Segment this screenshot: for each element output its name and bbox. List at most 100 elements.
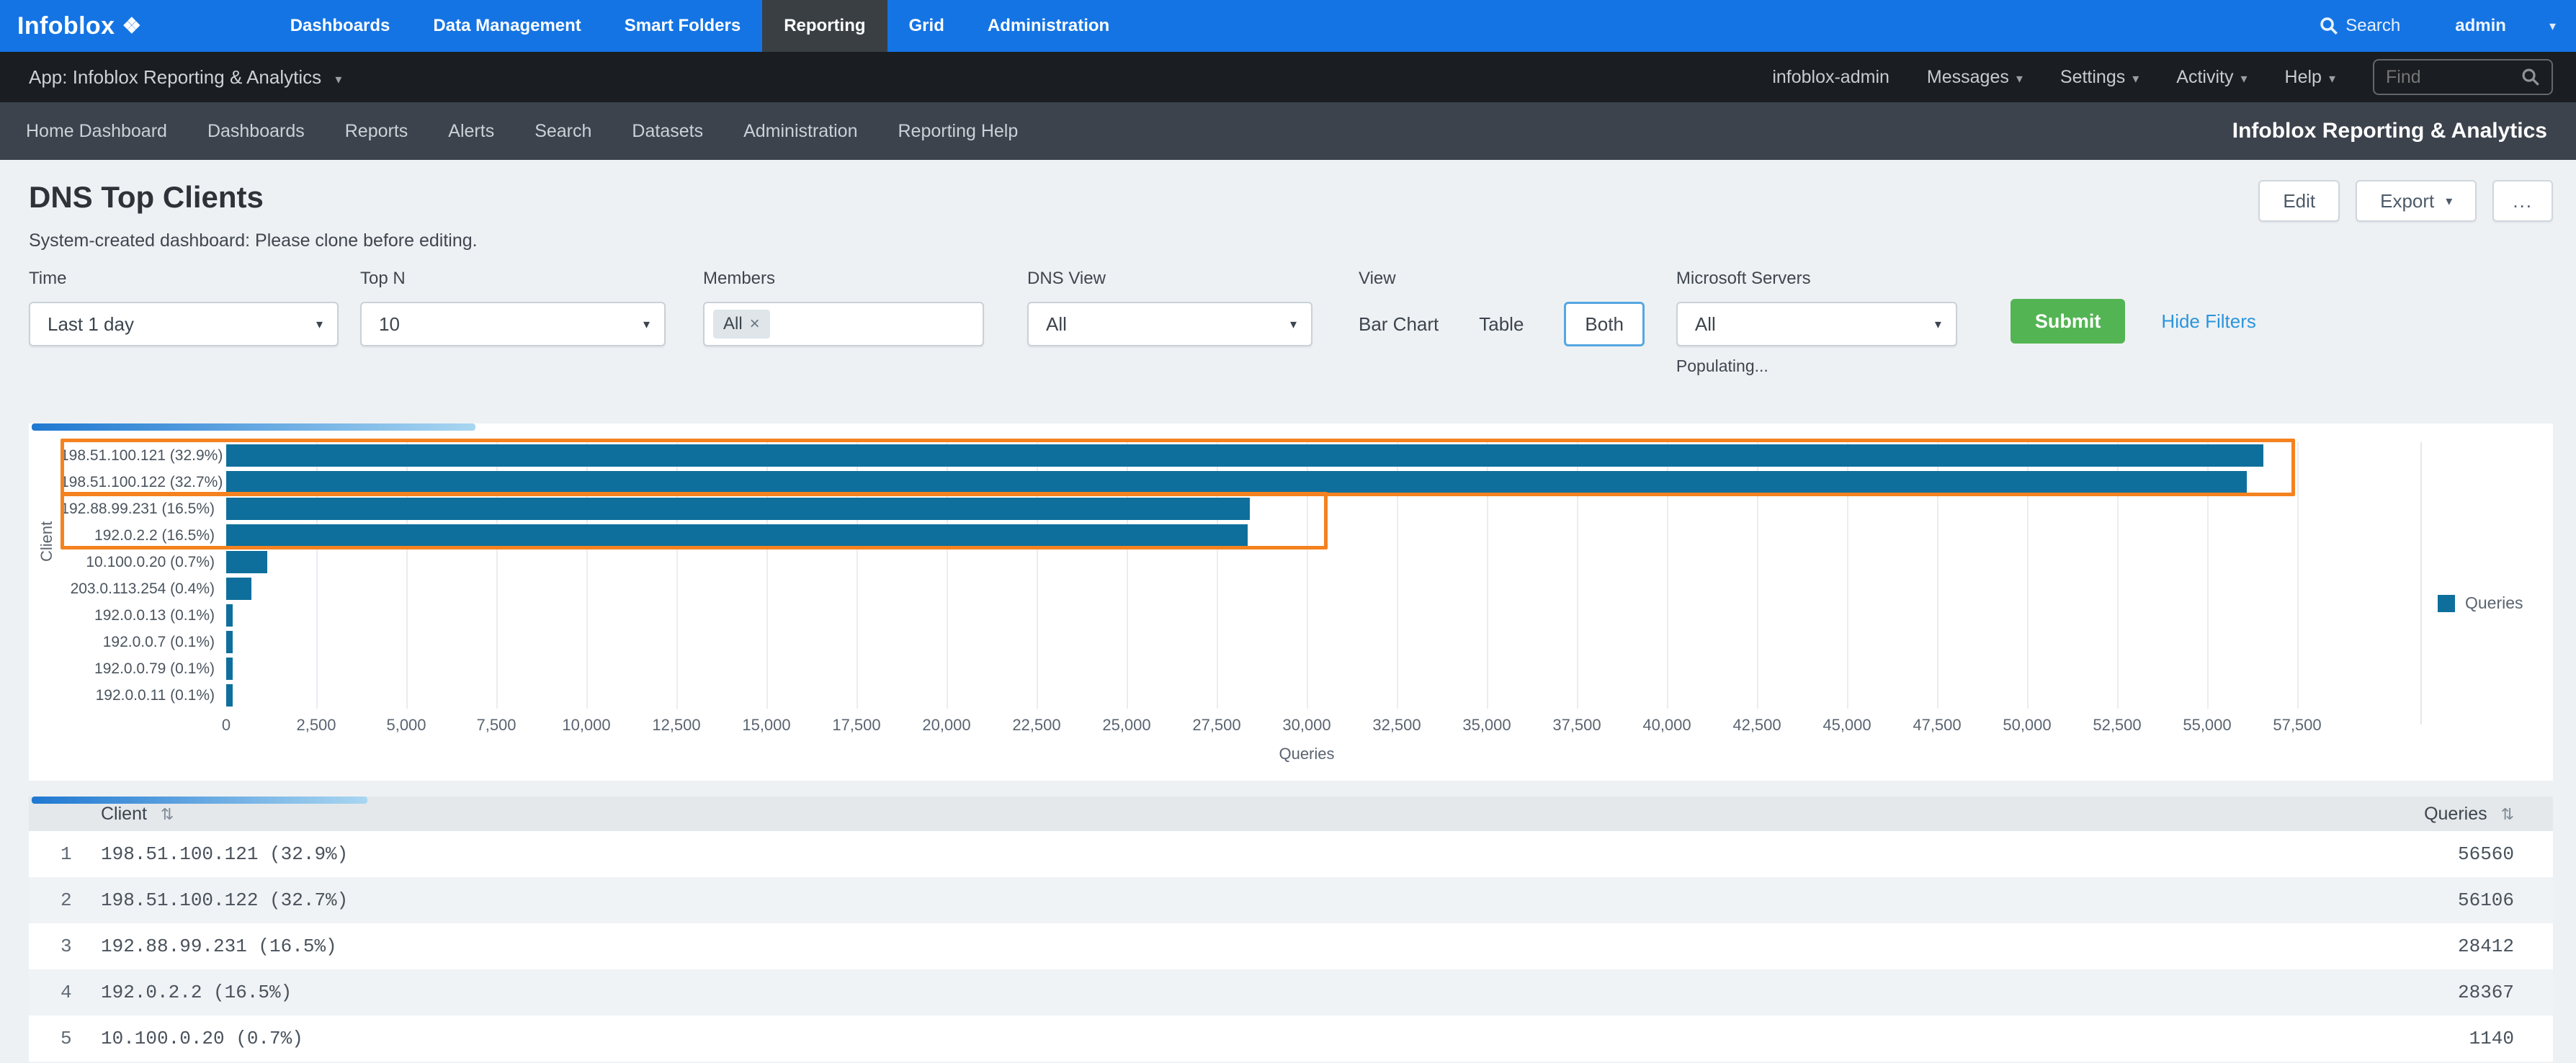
- find-box[interactable]: [2373, 59, 2553, 95]
- row-client: 192.0.2.2 (16.5%): [101, 982, 292, 1003]
- msservers-dropdown[interactable]: All ▾: [1676, 302, 1957, 346]
- chart-legend[interactable]: Queries: [2438, 593, 2523, 613]
- find-icon: [2521, 68, 2540, 86]
- table-row-4[interactable]: 4192.0.2.2 (16.5%)28367: [29, 969, 2553, 1015]
- filter-hide: Hide Filters: [2161, 299, 2255, 333]
- table-row-3[interactable]: 3192.88.99.231 (16.5%)28412: [29, 923, 2553, 969]
- table-hscrollbar[interactable]: [32, 797, 367, 804]
- bar-track: [226, 549, 2387, 575]
- appbar-link-activity[interactable]: Activity▾: [2176, 67, 2247, 88]
- appbar-link-infoblox-admin[interactable]: infoblox-admin: [1772, 67, 1889, 88]
- x-tick-label: 10,000: [562, 716, 610, 735]
- user-caret-icon[interactable]: ▾: [2549, 19, 2556, 34]
- row-queries: 28412: [2458, 936, 2553, 957]
- view-option-table[interactable]: Table: [1479, 313, 1524, 336]
- export-button[interactable]: Export▾: [2356, 180, 2477, 222]
- nav-item-home-dashboard[interactable]: Home Dashboard: [6, 121, 187, 142]
- top-bar: Infoblox ❖ DashboardsData ManagementSmar…: [0, 0, 2576, 52]
- bar-track: [226, 469, 2387, 495]
- column-header-client[interactable]: Client ⇅: [29, 804, 174, 825]
- x-tick-label: 5,000: [386, 716, 426, 735]
- chart-bar-row: 192.0.0.79 (0.1%): [61, 655, 2399, 682]
- table-row-2[interactable]: 2198.51.100.122 (32.7%)56106: [29, 877, 2553, 923]
- top-nav-item-reporting[interactable]: Reporting: [762, 0, 887, 52]
- x-tick-label: 25,000: [1102, 716, 1150, 735]
- members-input[interactable]: All ×: [703, 302, 984, 346]
- client-sort-icon[interactable]: ⇅: [161, 805, 174, 823]
- topn-dropdown[interactable]: 10 ▾: [360, 302, 666, 346]
- column-header-queries[interactable]: Queries ⇅: [2424, 804, 2553, 825]
- top-nav-item-data-management[interactable]: Data Management: [411, 0, 602, 52]
- filter-members: Members All ×: [703, 269, 984, 346]
- view-option-bar-chart[interactable]: Bar Chart: [1359, 313, 1439, 336]
- chart-bar-row: 10.100.0.20 (0.7%): [61, 549, 2399, 575]
- top-nav-item-smart-folders[interactable]: Smart Folders: [603, 0, 762, 52]
- appbar-link-help[interactable]: Help▾: [2285, 67, 2335, 88]
- bar-queries-198-51-100-122[interactable]: [226, 471, 2247, 493]
- row-rank: 1: [29, 843, 101, 865]
- chevron-down-icon: ▾: [2329, 71, 2335, 86]
- topn-value: 10: [379, 313, 400, 336]
- populating-status: Populating...: [1676, 356, 1957, 376]
- filter-submit: Submit: [2011, 299, 2126, 344]
- search-label: Search: [2345, 16, 2400, 36]
- appbar-link-settings[interactable]: Settings▾: [2060, 67, 2139, 88]
- bar-queries-192-0-0-11[interactable]: [226, 684, 233, 707]
- queries-sort-icon[interactable]: ⇅: [2501, 805, 2514, 823]
- global-search-button[interactable]: Search: [2320, 16, 2400, 36]
- find-input[interactable]: [2386, 67, 2521, 88]
- x-tick-label: 2,500: [296, 716, 336, 735]
- chart-bar-row: 192.0.2.2 (16.5%): [61, 522, 2399, 549]
- bar-queries-192-0-0-7[interactable]: [226, 631, 233, 653]
- row-queries: 28367: [2458, 982, 2553, 1003]
- bar-queries-192-88-99-231[interactable]: [226, 498, 1250, 520]
- bar-queries-10-100-0-20[interactable]: [226, 551, 267, 573]
- table-row-5[interactable]: 510.100.0.20 (0.7%)1140: [29, 1015, 2553, 1062]
- view-option-both[interactable]: Both: [1564, 302, 1645, 346]
- top-nav-item-grid[interactable]: Grid: [887, 0, 966, 52]
- bar-queries-203-0-113-254[interactable]: [226, 578, 251, 600]
- bar-category-label: 10.100.0.20 (0.7%): [61, 549, 226, 575]
- nav-item-search[interactable]: Search: [514, 121, 612, 142]
- bar-queries-192-0-0-79[interactable]: [226, 658, 233, 680]
- user-menu[interactable]: admin: [2455, 16, 2506, 36]
- submit-button[interactable]: Submit: [2011, 299, 2126, 344]
- app-switcher[interactable]: App: Infoblox Reporting & Analytics ▾: [29, 66, 341, 89]
- dnsview-dropdown[interactable]: All ▾: [1027, 302, 1312, 346]
- more-label: ...: [2513, 190, 2533, 212]
- submit-label: Submit: [2035, 310, 2101, 332]
- time-dropdown[interactable]: Last 1 day ▾: [29, 302, 339, 346]
- nav-item-dashboards[interactable]: Dashboards: [187, 121, 325, 142]
- top-nav-item-dashboards[interactable]: Dashboards: [269, 0, 412, 52]
- bar-track: [226, 575, 2387, 602]
- bar-queries-192-0-2-2[interactable]: [226, 524, 1248, 547]
- bar-queries-192-0-0-13[interactable]: [226, 604, 233, 627]
- bar-category-label: 192.0.2.2 (16.5%): [61, 522, 226, 549]
- bar-category-label: 192.0.0.13 (0.1%): [61, 602, 226, 629]
- x-tick-label: 52,500: [2093, 716, 2141, 735]
- x-tick-label: 27,500: [1192, 716, 1240, 735]
- more-button[interactable]: ...: [2492, 180, 2553, 222]
- nav-item-reports[interactable]: Reports: [325, 121, 429, 142]
- top-right: Search admin ▾: [2320, 0, 2576, 52]
- nav-item-administration[interactable]: Administration: [723, 121, 877, 142]
- nav-item-reporting-help[interactable]: Reporting Help: [878, 121, 1039, 142]
- members-tag-remove-icon[interactable]: ×: [750, 314, 760, 334]
- table-row-1[interactable]: 1198.51.100.121 (32.9%)56560: [29, 831, 2553, 877]
- infoblox-logo[interactable]: Infoblox ❖: [0, 0, 156, 52]
- bar-queries-198-51-100-121[interactable]: [226, 444, 2263, 467]
- appbar-link-messages[interactable]: Messages▾: [1927, 67, 2023, 88]
- logo-text: Infoblox: [17, 12, 115, 40]
- members-tag-all[interactable]: All ×: [713, 310, 770, 338]
- hide-filters-link[interactable]: Hide Filters: [2161, 310, 2255, 333]
- top-nav-item-administration[interactable]: Administration: [966, 0, 1131, 52]
- dnsview-value: All: [1046, 313, 1067, 336]
- msservers-value: All: [1695, 313, 1716, 336]
- members-label: Members: [703, 269, 984, 289]
- navbar-items: Home DashboardDashboardsReportsAlertsSea…: [6, 121, 1038, 142]
- edit-button[interactable]: Edit: [2258, 180, 2340, 222]
- nav-item-alerts[interactable]: Alerts: [428, 121, 514, 142]
- x-tick-label: 40,000: [1642, 716, 1691, 735]
- search-icon: [2320, 17, 2338, 35]
- nav-item-datasets[interactable]: Datasets: [612, 121, 723, 142]
